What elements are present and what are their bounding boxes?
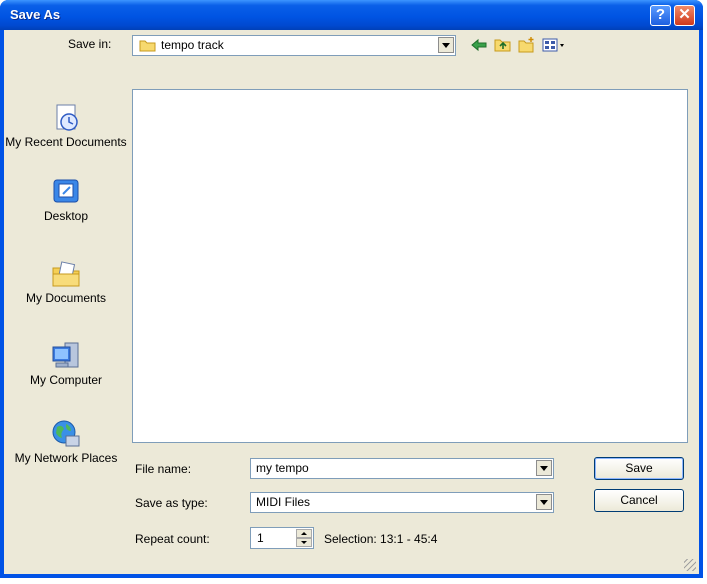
- my-documents-icon: [52, 261, 80, 287]
- save-as-type-value: MIDI Files: [256, 495, 310, 509]
- save-button[interactable]: Save: [594, 457, 684, 480]
- spin-up-icon[interactable]: [296, 529, 312, 538]
- file-name-value: my tempo: [256, 461, 309, 475]
- back-icon[interactable]: [470, 36, 488, 54]
- save-as-type-dropdown[interactable]: MIDI Files: [250, 492, 554, 513]
- file-name-label: File name:: [135, 462, 192, 476]
- chevron-down-icon[interactable]: [438, 37, 454, 53]
- folder-icon: [139, 40, 156, 52]
- place-label: My Network Places: [14, 451, 118, 465]
- place-my-documents[interactable]: My Documents: [4, 258, 128, 305]
- save-as-type-label: Save as type:: [135, 496, 208, 510]
- dialog-title: Save As: [10, 7, 61, 22]
- place-label: Desktop: [43, 209, 89, 223]
- recent-documents-icon: [56, 104, 78, 131]
- place-label: My Recent Documents: [5, 135, 127, 149]
- save-in-value: tempo track: [161, 38, 224, 52]
- close-button[interactable]: ✕: [674, 5, 695, 26]
- place-my-recent-documents[interactable]: My Recent Documents: [4, 102, 128, 149]
- desktop-icon: [53, 179, 79, 203]
- repeat-count-value: 1: [257, 531, 264, 545]
- chevron-down-icon[interactable]: [536, 494, 552, 510]
- place-label: My Computer: [29, 373, 103, 387]
- repeat-count-label: Repeat count:: [135, 532, 210, 546]
- cancel-button[interactable]: Cancel: [594, 489, 684, 512]
- title-bar[interactable]: Save As ? ✕: [0, 0, 703, 30]
- network-places-icon: [52, 420, 80, 447]
- places-bar: My Recent Documents Desktop My Documents: [4, 82, 128, 512]
- file-name-input[interactable]: my tempo: [250, 458, 554, 479]
- selection-text: Selection: 13:1 - 45:4: [324, 532, 438, 546]
- new-folder-icon[interactable]: [518, 36, 536, 54]
- save-as-dialog: Save As ? ✕ Save in: tempo track My Rece…: [0, 0, 703, 578]
- save-in-label: Save in:: [68, 37, 112, 51]
- place-my-computer[interactable]: My Computer: [4, 340, 128, 387]
- dialog-body: Save in: tempo track My Recent Documents…: [4, 30, 699, 574]
- place-my-network-places[interactable]: My Network Places: [4, 418, 128, 465]
- place-label: My Documents: [25, 291, 107, 305]
- repeat-count-spinner[interactable]: 1: [250, 527, 314, 549]
- place-desktop[interactable]: Desktop: [4, 176, 128, 223]
- my-computer-icon: [52, 342, 79, 368]
- chevron-down-icon[interactable]: [536, 460, 552, 476]
- save-in-dropdown[interactable]: tempo track: [132, 35, 456, 56]
- resize-grip[interactable]: [684, 559, 696, 571]
- file-list-view[interactable]: [132, 89, 688, 443]
- spin-down-icon[interactable]: [296, 538, 312, 547]
- up-folder-icon[interactable]: [494, 36, 512, 54]
- views-menu-icon[interactable]: [542, 36, 568, 54]
- help-button[interactable]: ?: [650, 5, 671, 26]
